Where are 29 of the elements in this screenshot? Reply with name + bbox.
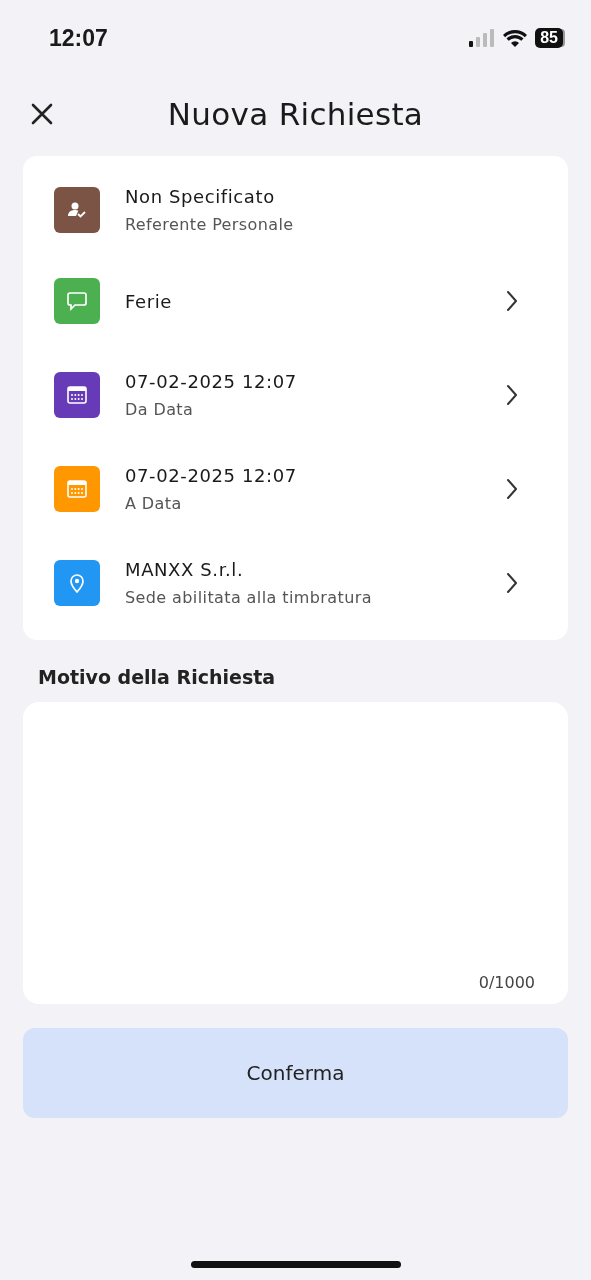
wifi-icon [503, 29, 528, 47]
calendar-icon [67, 480, 87, 498]
close-icon[interactable] [31, 103, 53, 125]
person-check-icon [67, 200, 87, 220]
row-title: Non Specificato [125, 186, 276, 207]
row-title: Ferie [125, 290, 173, 312]
detail-row[interactable]: Ferie [23, 254, 568, 348]
row-subtitle: Referente Personale [125, 215, 295, 234]
character-counter: 0/1000 [478, 973, 535, 992]
signal-icon [469, 29, 496, 47]
detail-row[interactable]: MANXX S.r.l. Sede abilitata alla timbratura [23, 536, 568, 630]
battery-level: 85 [535, 28, 563, 48]
page-title: Nuova Richiesta [167, 96, 424, 132]
row-subtitle: Sede abilitata alla timbratura [125, 588, 373, 607]
chat-bubble-icon [66, 290, 88, 312]
detail-row[interactable]: Non Specificato Referente Personale [23, 166, 568, 254]
location-pin-icon [69, 573, 85, 593]
detail-row[interactable]: 07-02-2025 12:07 Da Data [23, 348, 568, 442]
calendar-icon [67, 386, 87, 404]
section-label: Motivo della Richiesta [38, 666, 277, 688]
row-subtitle: A Data [125, 494, 183, 513]
detail-row[interactable]: 07-02-2025 12:07 A Data [23, 442, 568, 536]
row-title: 07-02-2025 12:07 [125, 371, 298, 392]
reason-field[interactable]: 0/1000 [23, 702, 568, 1004]
row-subtitle: Da Data [125, 400, 195, 419]
status-time: 12:07 [49, 24, 108, 52]
row-title: MANXX S.r.l. [125, 559, 245, 580]
row-title: 07-02-2025 12:07 [125, 465, 298, 486]
confirm-button[interactable]: Conferma [23, 1028, 568, 1118]
